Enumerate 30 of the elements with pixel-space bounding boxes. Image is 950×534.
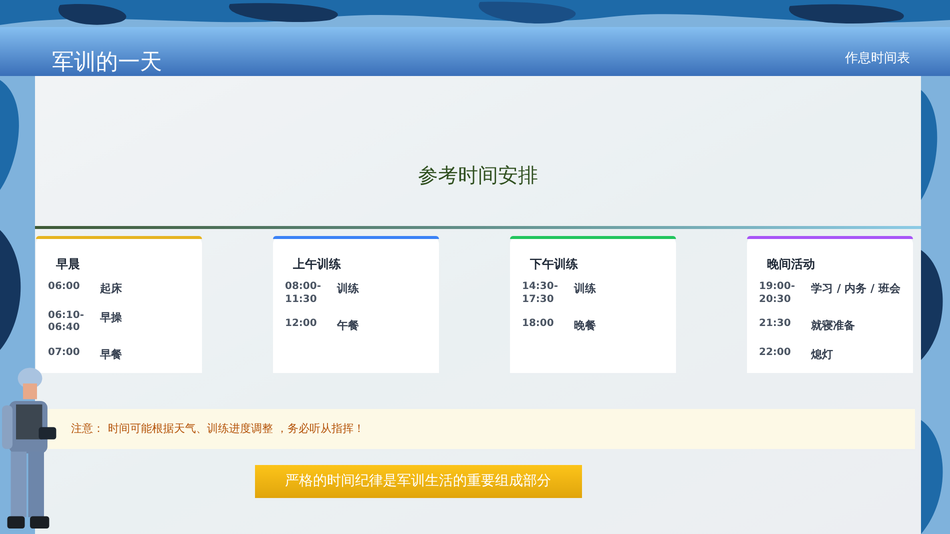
time-text: 18:00 bbox=[522, 318, 555, 330]
time-text: 06:10-06:40 bbox=[48, 310, 85, 334]
time-text: 08:00-11:30 bbox=[285, 281, 322, 306]
time-text: 06:00 bbox=[48, 281, 81, 294]
page-title: 军训的一天 bbox=[52, 52, 162, 74]
section-heading: 参考时间安排 bbox=[417, 162, 539, 189]
activity-text: 早餐 bbox=[100, 346, 122, 362]
period-title: 下午训练 bbox=[530, 256, 579, 273]
header-subtitle: 作息时间表 bbox=[845, 50, 910, 68]
activity-text: 训练 bbox=[574, 281, 596, 297]
period-title: 上午训练 bbox=[293, 256, 342, 273]
activity-text: 学习 / 内务 / 班会 bbox=[811, 281, 900, 297]
period-title: 早晨 bbox=[56, 256, 81, 273]
time-text: 14:30-17:30 bbox=[522, 281, 559, 306]
time-text: 07:00 bbox=[48, 346, 81, 359]
activity-text: 晚餐 bbox=[574, 318, 596, 334]
time-text: 19:00-20:30 bbox=[759, 281, 796, 306]
activity-text: 午餐 bbox=[337, 318, 359, 334]
banner: 严格的时间纪律是军训生活的重要组成部分 bbox=[254, 465, 582, 498]
period-title: 晚间活动 bbox=[767, 256, 816, 273]
activity-text: 熄灯 bbox=[811, 346, 833, 362]
notice-text: 时间可能根据天气、训练进度调整 ，务必听从指挥！ bbox=[108, 420, 364, 437]
time-text: 22:00 bbox=[759, 346, 792, 359]
activity-text: 就寝准备 bbox=[811, 318, 855, 334]
notice-label: 注意： bbox=[71, 420, 104, 437]
activity-text: 早操 bbox=[100, 310, 122, 326]
activity-text: 训练 bbox=[337, 281, 359, 297]
time-text: 21:30 bbox=[759, 318, 792, 330]
time-text: 12:00 bbox=[285, 318, 318, 330]
activity-text: 起床 bbox=[100, 281, 122, 297]
